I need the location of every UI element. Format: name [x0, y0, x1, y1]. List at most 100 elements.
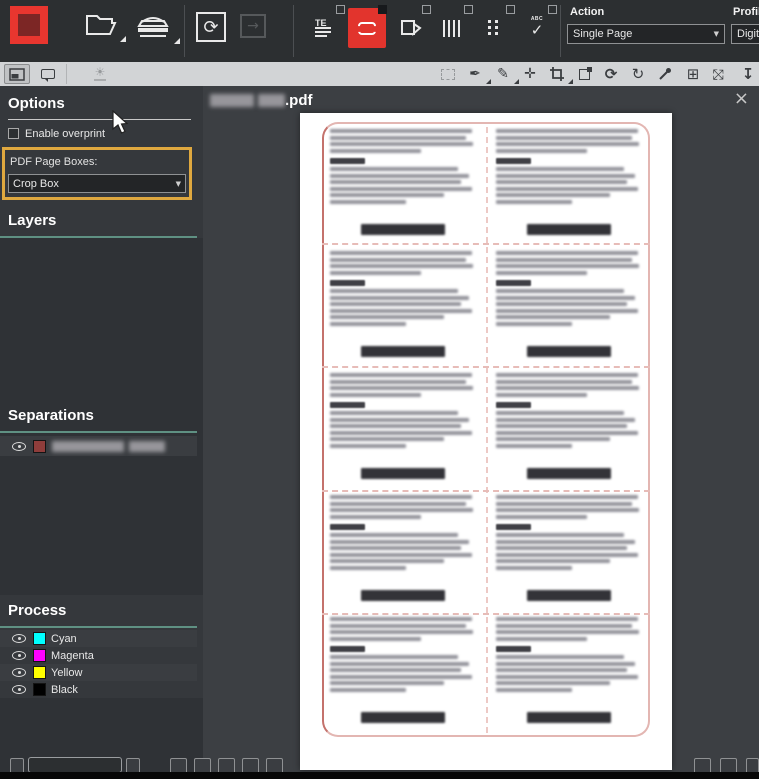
pen-icon: ✒ — [469, 66, 481, 82]
redacted-line — [330, 149, 421, 153]
label-cell — [492, 369, 646, 491]
profile-dropdown[interactable]: Digital — [731, 24, 759, 44]
barcode-toggle[interactable] — [434, 8, 472, 48]
redacted-line — [361, 712, 446, 723]
text-edit-toggle[interactable]: TE — [306, 8, 344, 48]
visibility-eye-icon[interactable] — [12, 634, 26, 643]
redacted-line — [330, 675, 472, 679]
visibility-eye-icon[interactable] — [12, 442, 26, 451]
redacted-line — [496, 158, 531, 164]
print-press-button[interactable] — [134, 10, 172, 40]
label-ticket-toggle[interactable] — [348, 8, 386, 48]
crosshair-tool[interactable]: ✛ — [519, 64, 541, 84]
panel-toggle-button[interactable] — [4, 64, 30, 84]
redacted-line — [496, 289, 624, 293]
comment-button[interactable] — [36, 64, 60, 84]
redacted-line — [330, 264, 473, 268]
redacted-line — [330, 322, 406, 326]
process-row-yellow[interactable]: Yellow — [0, 664, 197, 681]
pdf-page-boxes-dropdown[interactable]: Crop Box ▼ — [8, 174, 186, 193]
pen-tool[interactable]: ✒ — [464, 64, 486, 84]
redacted-line — [330, 624, 466, 628]
toggle-checkbox[interactable] — [464, 5, 473, 14]
redacted-line — [496, 437, 610, 441]
crop-tool[interactable] — [546, 64, 568, 84]
redacted-line — [330, 681, 444, 685]
chevron-down-icon: ▼ — [176, 180, 181, 188]
toggle-checkbox[interactable] — [548, 5, 557, 14]
label-cell — [492, 125, 646, 247]
toggle-checkbox[interactable] — [506, 5, 515, 14]
process-section-title: Process — [8, 602, 66, 619]
color-swatches-toggle[interactable] — [392, 8, 430, 48]
separations-underline — [0, 431, 197, 433]
window-bottom-edge — [0, 772, 759, 779]
pencil-tool[interactable]: ✎ — [492, 64, 514, 84]
redacted-line — [330, 524, 365, 530]
redacted-line — [330, 668, 461, 672]
toggle-checkbox[interactable] — [378, 5, 387, 14]
eyedropper-icon — [658, 67, 672, 81]
redacted-line — [496, 271, 587, 275]
action-dropdown[interactable]: Single Page ▼ — [567, 24, 725, 44]
process-row-cyan[interactable]: Cyan — [0, 630, 197, 647]
redacted-line — [496, 322, 572, 326]
redacted-line — [496, 553, 638, 557]
redacted-line — [330, 566, 406, 570]
redacted-line — [330, 553, 472, 557]
rotate-view-tool[interactable]: ↻ — [627, 64, 649, 84]
object-select-tool[interactable] — [573, 64, 595, 84]
spellcheck-toggle[interactable]: ABC ✓ — [518, 8, 556, 48]
redacted-line — [496, 373, 638, 377]
open-file-button[interactable] — [84, 10, 118, 38]
eyedropper-tool[interactable] — [654, 64, 676, 84]
redacted-line — [496, 681, 610, 685]
refresh-button[interactable]: ⟳ — [196, 12, 226, 42]
enable-overprint-checkbox[interactable] — [8, 128, 19, 139]
braille-dots-toggle[interactable] — [476, 8, 514, 48]
canvas-size-tool[interactable]: ⊞ — [682, 64, 704, 84]
redacted-line — [496, 411, 624, 415]
visibility-eye-icon[interactable] — [12, 651, 26, 660]
sun-icon: ☀ — [95, 67, 106, 78]
separations-section-title: Separations — [8, 407, 94, 424]
redacted-line — [496, 424, 627, 428]
toggle-checkbox[interactable] — [336, 5, 345, 14]
rotate-object-tool[interactable]: ⟳ — [600, 64, 622, 84]
process-row-black[interactable]: Black — [0, 681, 197, 698]
redacted-line — [496, 418, 635, 422]
redacted-line — [496, 502, 632, 506]
redacted-line — [330, 280, 365, 286]
separation-row[interactable] — [0, 436, 197, 456]
fit-expand-tool[interactable]: ⤡ ⤢ — [709, 64, 731, 84]
view-toolbar: ☀ ✒ ✎ ✛ ⟳ ↻ — [0, 62, 759, 86]
import-tool[interactable]: ↧ — [737, 64, 759, 84]
layers-underline — [0, 236, 197, 238]
redacted-line — [330, 142, 473, 146]
pencil-icon: ✎ — [497, 66, 509, 82]
close-icon[interactable]: × — [734, 90, 749, 108]
redacted-line — [527, 590, 612, 601]
import-down-icon: ↧ — [742, 65, 755, 83]
redacted-line — [330, 688, 406, 692]
channel-name: Yellow — [51, 667, 82, 679]
toggle-checkbox[interactable] — [422, 5, 431, 14]
profile-label: Profil — [733, 6, 759, 18]
pdf-page[interactable] — [300, 113, 672, 770]
export-pages-button: → — [240, 14, 266, 38]
redacted-line — [527, 468, 612, 479]
redacted-line — [330, 546, 461, 550]
main-toolbar: ⟳ → TE — [0, 0, 759, 62]
redacted-line — [496, 149, 587, 153]
visibility-eye-icon[interactable] — [12, 685, 26, 694]
redacted-line — [330, 380, 466, 384]
redacted-line — [330, 302, 461, 306]
redacted-line — [330, 315, 444, 319]
redacted-line — [496, 136, 632, 140]
rotate-c-icon: ↻ — [632, 65, 645, 83]
process-row-magenta[interactable]: Magenta — [0, 647, 197, 664]
dot-grid-icon — [488, 20, 502, 36]
zoom-level-dropdown[interactable] — [28, 757, 122, 773]
visibility-eye-icon[interactable] — [12, 668, 26, 677]
channel-name: Magenta — [51, 650, 94, 662]
